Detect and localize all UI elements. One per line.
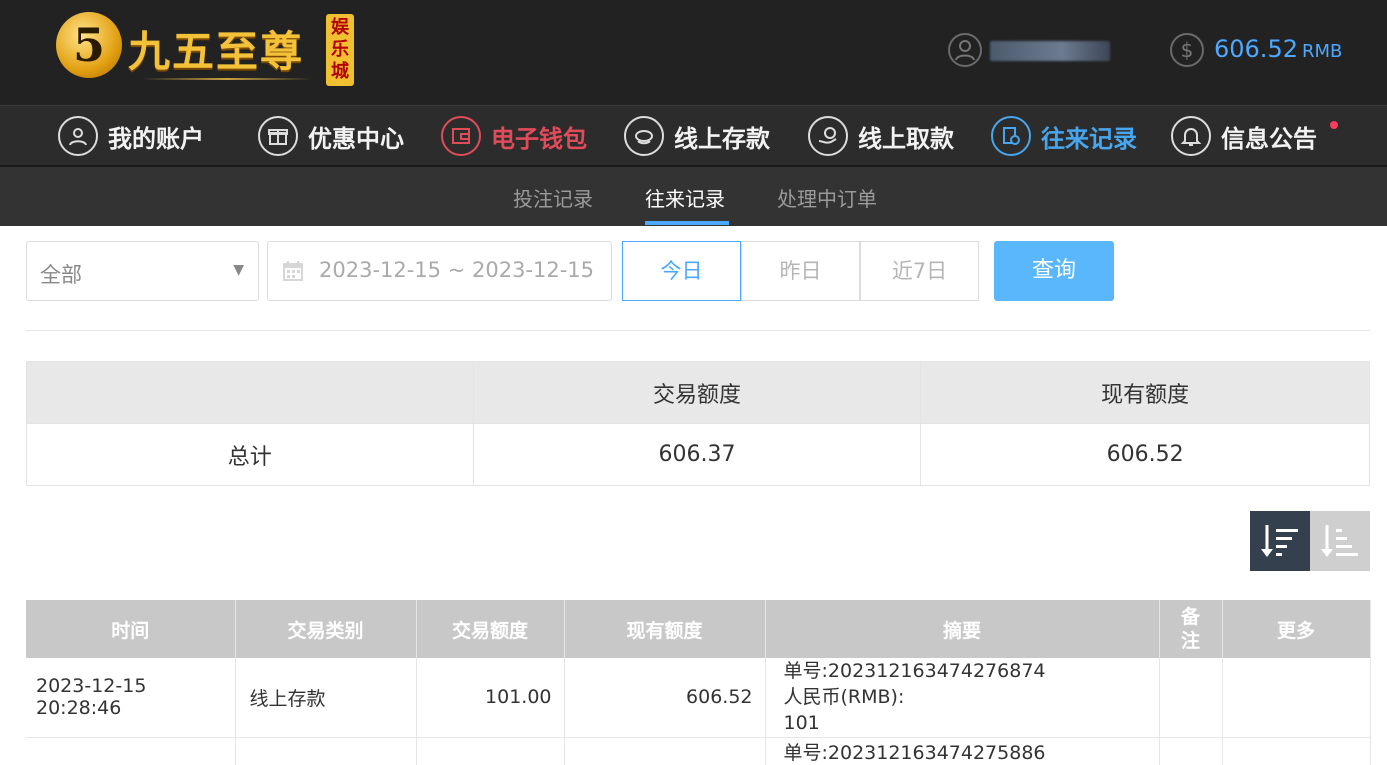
sort-ascending-button[interactable] bbox=[1310, 511, 1370, 571]
record-summary: 单号:202312163474276874 人民币(RMB): 101 bbox=[765, 658, 1160, 738]
date-range-input[interactable]: 2023-12-15 ~ 2023-12-15 bbox=[267, 241, 612, 301]
col-header-type: 交易类别 bbox=[235, 600, 417, 658]
divider bbox=[26, 330, 1370, 331]
nav-announcements[interactable]: 信息公告 bbox=[1171, 114, 1317, 158]
col-header-balance: 现有额度 bbox=[564, 600, 766, 658]
record-order-number: 单号:202312163474276874 bbox=[783, 660, 1046, 683]
deposit-icon bbox=[624, 116, 664, 156]
today-button[interactable]: 今日 bbox=[622, 241, 741, 301]
col-header-summary: 摘要 bbox=[765, 600, 1160, 658]
nav-label: 信息公告 bbox=[1221, 124, 1317, 153]
nav-transaction-records[interactable]: 往来记录 bbox=[991, 114, 1137, 158]
records-table: 时间 交易类别 交易额度 现有额度 摘要 备注 更多 2023-12-15 20… bbox=[26, 600, 1371, 765]
summary-table: 交易额度 现有额度 总计 606.37 606.52 bbox=[26, 361, 1370, 486]
summary-header-amount: 交易额度 bbox=[472, 361, 922, 424]
col-header-note-text: 备注 bbox=[1180, 606, 1200, 652]
record-order-number: 单号:202312163474275886 bbox=[783, 741, 1046, 764]
logo-ornament bbox=[142, 78, 312, 80]
col-header-time: 时间 bbox=[26, 600, 236, 658]
wallet-icon bbox=[441, 116, 481, 156]
summary-total-row: 总计 606.37 606.52 bbox=[26, 423, 1370, 486]
summary-header-blank bbox=[26, 361, 474, 424]
type-select-value: 全部 bbox=[40, 263, 82, 287]
query-button[interactable]: 查询 bbox=[994, 241, 1114, 301]
nav-label: 优惠中心 bbox=[308, 124, 404, 153]
table-row: 单号:202312163474275886 bbox=[26, 737, 1371, 765]
nav-label: 电子钱包 bbox=[491, 124, 587, 153]
withdraw-icon bbox=[808, 116, 848, 156]
record-time bbox=[26, 737, 236, 765]
sort-desc-icon bbox=[1261, 525, 1298, 557]
record-currency-amount: 101 bbox=[783, 712, 820, 735]
summary-total-balance: 606.52 bbox=[920, 423, 1370, 486]
record-type: 线上存款 bbox=[235, 658, 417, 738]
main-nav: 我的账户 优惠中心 电子钱包 线上存款 线上取款 往来记录 信息公告 bbox=[0, 105, 1387, 167]
sub-nav: 投注记录 往来记录 处理中订单 bbox=[0, 167, 1387, 226]
yesterday-button[interactable]: 昨日 bbox=[741, 241, 860, 301]
record-balance: 606.52 bbox=[564, 658, 766, 738]
user-avatar-icon[interactable] bbox=[948, 33, 982, 67]
nav-label: 往来记录 bbox=[1041, 124, 1137, 153]
balance-display: 606.52 RMB bbox=[1214, 35, 1342, 63]
record-currency-label: 人民币(RMB): bbox=[783, 686, 905, 709]
nav-my-account[interactable]: 我的账户 bbox=[58, 114, 204, 158]
records-header-row: 时间 交易类别 交易额度 现有额度 摘要 备注 更多 bbox=[26, 600, 1371, 658]
sort-descending-button[interactable] bbox=[1250, 511, 1310, 571]
date-range-value: 2023-12-15 ~ 2023-12-15 bbox=[319, 258, 595, 282]
record-note bbox=[1159, 658, 1223, 738]
brand-badge: 娱乐城 bbox=[326, 14, 354, 86]
dollar-icon: $ bbox=[1170, 33, 1204, 67]
record-more[interactable] bbox=[1222, 737, 1371, 765]
bell-icon bbox=[1171, 116, 1211, 156]
record-summary: 单号:202312163474275886 bbox=[765, 737, 1160, 765]
table-row: 2023-12-15 20:28:46 线上存款 101.00 606.52 单… bbox=[26, 658, 1371, 738]
nav-e-wallet[interactable]: 电子钱包 bbox=[441, 114, 587, 158]
last-7-days-button[interactable]: 近7日 bbox=[860, 241, 979, 301]
record-note bbox=[1159, 737, 1223, 765]
top-bar: 5 九五至尊 娱乐城 $ 606.52 RMB bbox=[0, 0, 1387, 105]
summary-total-amount: 606.37 bbox=[472, 423, 922, 486]
nav-label: 我的账户 bbox=[108, 124, 204, 153]
summary-header-balance: 现有额度 bbox=[920, 361, 1370, 424]
records-icon bbox=[991, 116, 1031, 156]
balance-amount: 606.52 bbox=[1214, 35, 1298, 63]
logo-emblem: 5 bbox=[56, 12, 122, 78]
type-select[interactable]: 全部 ▼ bbox=[26, 241, 259, 301]
gift-icon bbox=[258, 116, 298, 156]
col-header-amount: 交易额度 bbox=[416, 600, 565, 658]
notification-dot bbox=[1330, 121, 1338, 129]
active-tab-indicator bbox=[645, 221, 729, 225]
sort-asc-icon bbox=[1321, 525, 1358, 557]
summary-header-row: 交易额度 现有额度 bbox=[26, 361, 1370, 424]
brand-logo[interactable]: 5 九五至尊 娱乐城 bbox=[56, 10, 356, 88]
record-amount bbox=[416, 737, 565, 765]
user-icon bbox=[58, 116, 98, 156]
col-header-note: 备注 bbox=[1159, 600, 1223, 658]
balance-currency: RMB bbox=[1301, 41, 1343, 62]
brand-badge-text: 娱乐城 bbox=[331, 17, 349, 82]
tab-bet-records[interactable]: 投注记录 bbox=[513, 183, 593, 212]
nav-label: 线上存款 bbox=[674, 124, 770, 153]
tab-pending-orders[interactable]: 处理中订单 bbox=[777, 183, 877, 212]
nav-online-deposit[interactable]: 线上存款 bbox=[624, 114, 770, 158]
record-more[interactable] bbox=[1222, 658, 1371, 738]
nav-label: 线上取款 bbox=[858, 124, 954, 153]
col-header-more: 更多 bbox=[1222, 600, 1371, 658]
record-time: 2023-12-15 20:28:46 bbox=[26, 658, 236, 738]
nav-online-withdraw[interactable]: 线上取款 bbox=[808, 114, 954, 158]
record-balance bbox=[564, 737, 766, 765]
tab-transaction-records[interactable]: 往来记录 bbox=[645, 183, 725, 212]
username-redacted bbox=[990, 41, 1110, 61]
nav-promotions[interactable]: 优惠中心 bbox=[258, 114, 404, 158]
summary-total-label: 总计 bbox=[26, 423, 474, 486]
brand-name: 九五至尊 bbox=[128, 27, 305, 76]
record-amount: 101.00 bbox=[416, 658, 565, 738]
calendar-icon bbox=[283, 261, 303, 281]
caret-down-icon: ▼ bbox=[233, 262, 244, 278]
record-type bbox=[235, 737, 417, 765]
